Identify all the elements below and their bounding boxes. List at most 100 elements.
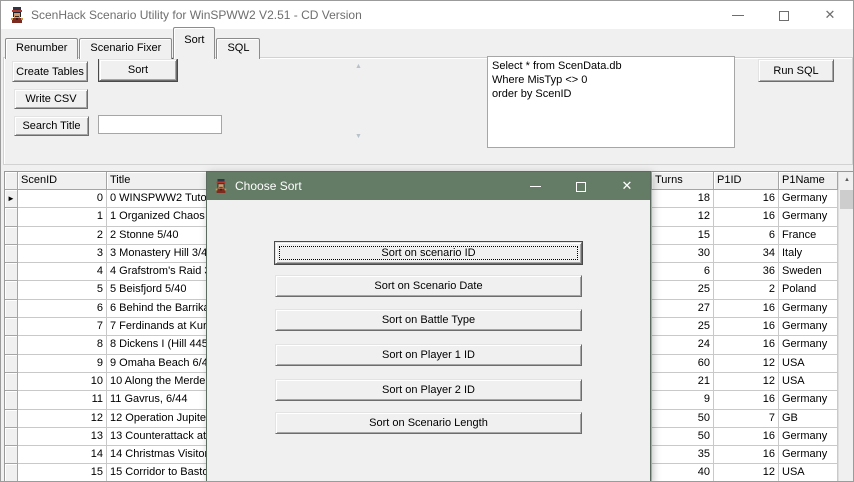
cell-p1name[interactable]: Italy	[779, 245, 838, 263]
cell-scenid[interactable]: 1	[18, 208, 107, 226]
cell-scenid[interactable]: 13	[18, 428, 107, 446]
cell-p1id[interactable]: 7	[714, 410, 779, 428]
cell-turns[interactable]: 9	[652, 391, 714, 409]
cell-p1id[interactable]: 12	[714, 355, 779, 373]
sort-option-button[interactable]: Sort on Battle Type	[275, 309, 582, 331]
search-title-button[interactable]: Search Title	[14, 116, 89, 136]
row-selector[interactable]	[5, 446, 18, 464]
cell-p1id[interactable]: 16	[714, 391, 779, 409]
row-selector[interactable]	[5, 373, 18, 391]
cell-p1name[interactable]: Germany	[779, 336, 838, 354]
sort-option-button[interactable]: Sort on Scenario Length	[275, 412, 582, 434]
sql-query-textarea[interactable]: Select * from ScenData.db Where MisTyp <…	[487, 56, 735, 148]
cell-scenid[interactable]: 7	[18, 318, 107, 336]
row-selector[interactable]	[5, 355, 18, 373]
cell-turns[interactable]: 50	[652, 428, 714, 446]
cell-scenid[interactable]: 0	[18, 190, 107, 208]
row-selector[interactable]	[5, 318, 18, 336]
cell-p1id[interactable]: 2	[714, 281, 779, 299]
scrollbar-thumb[interactable]	[840, 190, 854, 209]
sql-scrollbar[interactable]: ▲ ▼	[351, 58, 366, 146]
cell-p1name[interactable]: USA	[779, 373, 838, 391]
cell-p1id[interactable]: 16	[714, 428, 779, 446]
cell-p1id[interactable]: 16	[714, 336, 779, 354]
sort-button[interactable]: Sort	[99, 59, 177, 81]
sort-option-button[interactable]: Sort on Scenario Date	[275, 275, 582, 297]
cell-scenid[interactable]: 12	[18, 410, 107, 428]
cell-turns[interactable]: 24	[652, 336, 714, 354]
row-selector[interactable]	[5, 227, 18, 245]
row-selector[interactable]	[5, 300, 18, 318]
cell-p1name[interactable]: Sweden	[779, 263, 838, 281]
dialog-titlebar[interactable]: Choose Sort ✕	[207, 172, 650, 200]
cell-p1id[interactable]: 6	[714, 227, 779, 245]
cell-scenid[interactable]: 10	[18, 373, 107, 391]
sort-option-button[interactable]: Sort on scenario ID	[275, 242, 582, 264]
cell-scenid[interactable]: 4	[18, 263, 107, 281]
cell-scenid[interactable]: 9	[18, 355, 107, 373]
cell-turns[interactable]: 40	[652, 464, 714, 482]
row-selector[interactable]	[5, 336, 18, 354]
cell-turns[interactable]: 35	[652, 446, 714, 464]
cell-turns[interactable]: 6	[652, 263, 714, 281]
maximize-button[interactable]	[761, 1, 807, 29]
cell-p1name[interactable]: Germany	[779, 428, 838, 446]
cell-turns[interactable]: 60	[652, 355, 714, 373]
row-selector[interactable]	[5, 428, 18, 446]
run-sql-button[interactable]: Run SQL	[758, 59, 834, 82]
tab-renumber[interactable]: Renumber	[5, 38, 78, 59]
create-tables-button[interactable]: Create Tables	[12, 61, 88, 82]
scroll-up-icon[interactable]: ▲	[351, 60, 366, 74]
cell-p1name[interactable]: Germany	[779, 208, 838, 226]
cell-p1id[interactable]: 16	[714, 190, 779, 208]
cell-p1id[interactable]: 34	[714, 245, 779, 263]
cell-p1id[interactable]: 16	[714, 300, 779, 318]
cell-scenid[interactable]: 8	[18, 336, 107, 354]
tab-scenario-fixer[interactable]: Scenario Fixer	[79, 38, 172, 59]
cell-p1name[interactable]: Germany	[779, 446, 838, 464]
cell-scenid[interactable]: 11	[18, 391, 107, 409]
row-selector[interactable]	[5, 263, 18, 281]
cell-turns[interactable]: 25	[652, 318, 714, 336]
cell-scenid[interactable]: 14	[18, 446, 107, 464]
cell-scenid[interactable]: 2	[18, 227, 107, 245]
cell-turns[interactable]: 18	[652, 190, 714, 208]
scroll-up-icon[interactable]: ▲	[839, 172, 854, 189]
dialog-minimize-button[interactable]	[512, 172, 558, 200]
row-selector[interactable]	[5, 245, 18, 263]
cell-p1name[interactable]: France	[779, 227, 838, 245]
cell-turns[interactable]: 15	[652, 227, 714, 245]
dialog-maximize-button[interactable]	[558, 172, 604, 200]
cell-scenid[interactable]: 5	[18, 281, 107, 299]
cell-p1name[interactable]: Germany	[779, 190, 838, 208]
cell-scenid[interactable]: 3	[18, 245, 107, 263]
cell-turns[interactable]: 12	[652, 208, 714, 226]
cell-turns[interactable]: 30	[652, 245, 714, 263]
tab-sql[interactable]: SQL	[216, 38, 260, 59]
cell-turns[interactable]: 50	[652, 410, 714, 428]
cell-p1name[interactable]: USA	[779, 355, 838, 373]
row-selector[interactable]: ►	[5, 190, 18, 208]
row-selector[interactable]	[5, 281, 18, 299]
sort-option-button[interactable]: Sort on Player 2 ID	[275, 379, 582, 401]
cell-p1name[interactable]: Germany	[779, 391, 838, 409]
row-selector[interactable]	[5, 391, 18, 409]
cell-p1id[interactable]: 12	[714, 373, 779, 391]
cell-turns[interactable]: 27	[652, 300, 714, 318]
cell-p1name[interactable]: Germany	[779, 318, 838, 336]
cell-p1id[interactable]: 16	[714, 208, 779, 226]
cell-turns[interactable]: 25	[652, 281, 714, 299]
write-csv-button[interactable]: Write CSV	[14, 89, 88, 109]
row-selector[interactable]	[5, 464, 18, 482]
scroll-down-icon[interactable]: ▼	[351, 130, 366, 144]
cell-p1id[interactable]: 16	[714, 318, 779, 336]
main-titlebar[interactable]: ScenHack Scenario Utility for WinSPWW2 V…	[1, 1, 853, 29]
sort-option-button[interactable]: Sort on Player 1 ID	[275, 344, 582, 366]
cell-p1name[interactable]: GB	[779, 410, 838, 428]
cell-p1name[interactable]: Poland	[779, 281, 838, 299]
close-button[interactable]: ✕	[807, 1, 853, 29]
cell-p1name[interactable]: USA	[779, 464, 838, 482]
tab-sort[interactable]: Sort	[173, 27, 215, 59]
minimize-button[interactable]	[715, 1, 761, 29]
row-selector[interactable]	[5, 410, 18, 428]
